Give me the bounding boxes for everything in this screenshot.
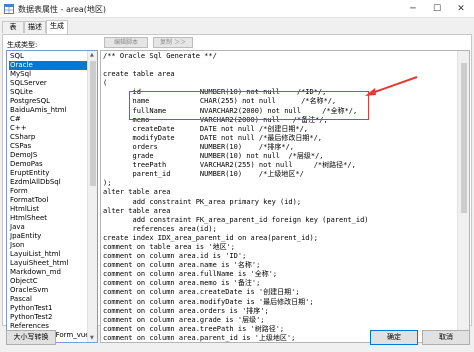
- code-line: alter table area: [103, 206, 171, 215]
- type-list-item[interactable]: LayuiSheet_html: [9, 259, 68, 268]
- copy-button[interactable]: 复制 ＞＞: [153, 37, 193, 48]
- type-list-item[interactable]: EzdmlAllDbSql: [9, 178, 61, 187]
- generate-type-label: 生成类型:: [7, 41, 38, 49]
- generate-type-list[interactable]: SQL Oracle MySql SQLServer SQLite PostgreSQL B…: [6, 50, 98, 343]
- type-list-item[interactable]: Form: [9, 187, 28, 196]
- code-line: comment on column area.name is '名称';: [103, 261, 261, 270]
- type-list-item[interactable]: HtmlSheet: [9, 214, 47, 223]
- editor-scroll-thumb[interactable]: [461, 63, 467, 213]
- code-line: parent_id NUMBER(10) /*上级地区*/: [103, 170, 304, 179]
- type-list-item[interactable]: LayuiList_html: [9, 250, 60, 259]
- code-line: add constraint PK_area primary key (id);: [103, 197, 302, 206]
- type-list-item[interactable]: Pascal: [9, 295, 32, 304]
- scroll-down-arrow-icon[interactable]: ▼: [90, 335, 94, 341]
- edit-template-button[interactable]: 编辑脚本: [104, 37, 148, 48]
- type-list-item[interactable]: C#: [9, 115, 21, 124]
- type-list-item[interactable]: Java: [9, 223, 25, 232]
- type-list-item[interactable]: DemoPas: [9, 160, 43, 169]
- annotation-arrow-icon: [365, 76, 418, 96]
- type-list-scroll-thumb[interactable]: [90, 61, 96, 186]
- cancel-button[interactable]: 取消: [422, 330, 470, 345]
- code-line: add constraint FK_area_parent_id foreign…: [103, 215, 369, 224]
- maximize-button[interactable]: ☐: [424, 0, 450, 18]
- code-line: grade NUMBER(10) not null /*层级*/,: [103, 152, 324, 161]
- code-line: create index IDX_area_parent_id on area(…: [103, 233, 318, 242]
- tab-generate[interactable]: 生成: [46, 20, 68, 34]
- title-bar: 数据表属性 - area(地区) ─ ☐ ✕: [0, 0, 474, 18]
- close-button[interactable]: ✕: [448, 0, 474, 18]
- code-line: create table area: [103, 70, 175, 79]
- code-line: comment on column area.id is 'ID';: [103, 252, 247, 261]
- type-list-item[interactable]: C++: [9, 124, 27, 133]
- code-line: comment on column area.parent_id is '上级地…: [103, 333, 296, 342]
- type-list-item[interactable]: PostgreSQL: [9, 97, 50, 106]
- type-list-item[interactable]: SQLServer: [9, 79, 47, 88]
- code-line: comment on column area.orders is '排序';: [103, 306, 269, 315]
- type-list-item[interactable]: JpaEntity: [9, 232, 41, 241]
- table-icon: [4, 4, 14, 14]
- code-line: modifyDate DATE not null /*最后修改日期*/,: [103, 133, 323, 142]
- code-line: comment on column area.fullName is '全称';: [103, 270, 278, 279]
- type-list-item[interactable]: FormatTool: [9, 196, 48, 205]
- type-list-item[interactable]: HtmlList: [9, 205, 39, 214]
- type-list-item[interactable]: MySql: [9, 70, 31, 79]
- type-list-item[interactable]: PythonTest1: [9, 304, 53, 313]
- type-list-item[interactable]: SQLite: [9, 88, 33, 97]
- type-list-item[interactable]: Json: [9, 241, 24, 250]
- minimize-button[interactable]: ─: [400, 0, 426, 18]
- type-list-item[interactable]: ObjectC: [9, 277, 38, 286]
- highlight-annotation-box: [129, 91, 369, 120]
- type-list-item[interactable]: PythonTest2: [9, 313, 53, 322]
- code-line: orders NUMBER(10) /*排序*/,: [103, 142, 295, 151]
- code-line: references area(id);: [103, 224, 217, 233]
- code-line: comment on column area.grade is '层级';: [103, 315, 265, 324]
- tab-description[interactable]: 描述: [24, 21, 46, 33]
- code-line: alter table area: [103, 188, 171, 197]
- convert-case-button[interactable]: 大小写转换: [6, 330, 56, 345]
- code-line: createDate DATE not null /*创建日期*/,: [103, 124, 309, 133]
- type-list-item[interactable]: Oracle: [9, 61, 87, 70]
- code-line: comment on column area.createDate is '创建…: [103, 288, 300, 297]
- code-line: comment on table area is '地区';: [103, 242, 236, 251]
- type-list-item[interactable]: CSPas: [9, 142, 31, 151]
- ok-button[interactable]: 确定: [370, 330, 418, 345]
- type-list-item[interactable]: BaiduAmis_html: [9, 106, 67, 115]
- code-line: comment on column area.treePath is '树路径'…: [103, 324, 285, 333]
- type-list-item[interactable]: EruptEntity: [9, 169, 49, 178]
- window-title: 数据表属性 - area(地区): [18, 5, 107, 14]
- type-list-scrollbar[interactable]: ▲ ▼: [87, 51, 97, 342]
- code-line: treePath VARCHAR2(255) not null /*树路径*/,: [103, 161, 356, 170]
- type-list-item[interactable]: SQL: [9, 52, 24, 61]
- code-line: /** Oracle Sql Generate **/: [103, 52, 217, 60]
- code-line: );: [103, 179, 112, 188]
- type-list-item[interactable]: OracleSvm: [9, 286, 48, 295]
- code-line: comment on column area.modifyDate is '最后…: [103, 297, 314, 306]
- code-editor[interactable]: /** Oracle Sql Generate **/ create table …: [100, 50, 470, 343]
- tab-table[interactable]: 表: [2, 21, 24, 33]
- type-list-item[interactable]: CSharp: [9, 133, 35, 142]
- scroll-up-arrow-icon[interactable]: ▲: [90, 52, 94, 58]
- type-list-item[interactable]: DemoJS: [9, 151, 37, 160]
- editor-scrollbar[interactable]: [457, 51, 469, 342]
- code-line: (: [103, 79, 108, 88]
- type-list-item[interactable]: Markdown_md: [9, 268, 61, 277]
